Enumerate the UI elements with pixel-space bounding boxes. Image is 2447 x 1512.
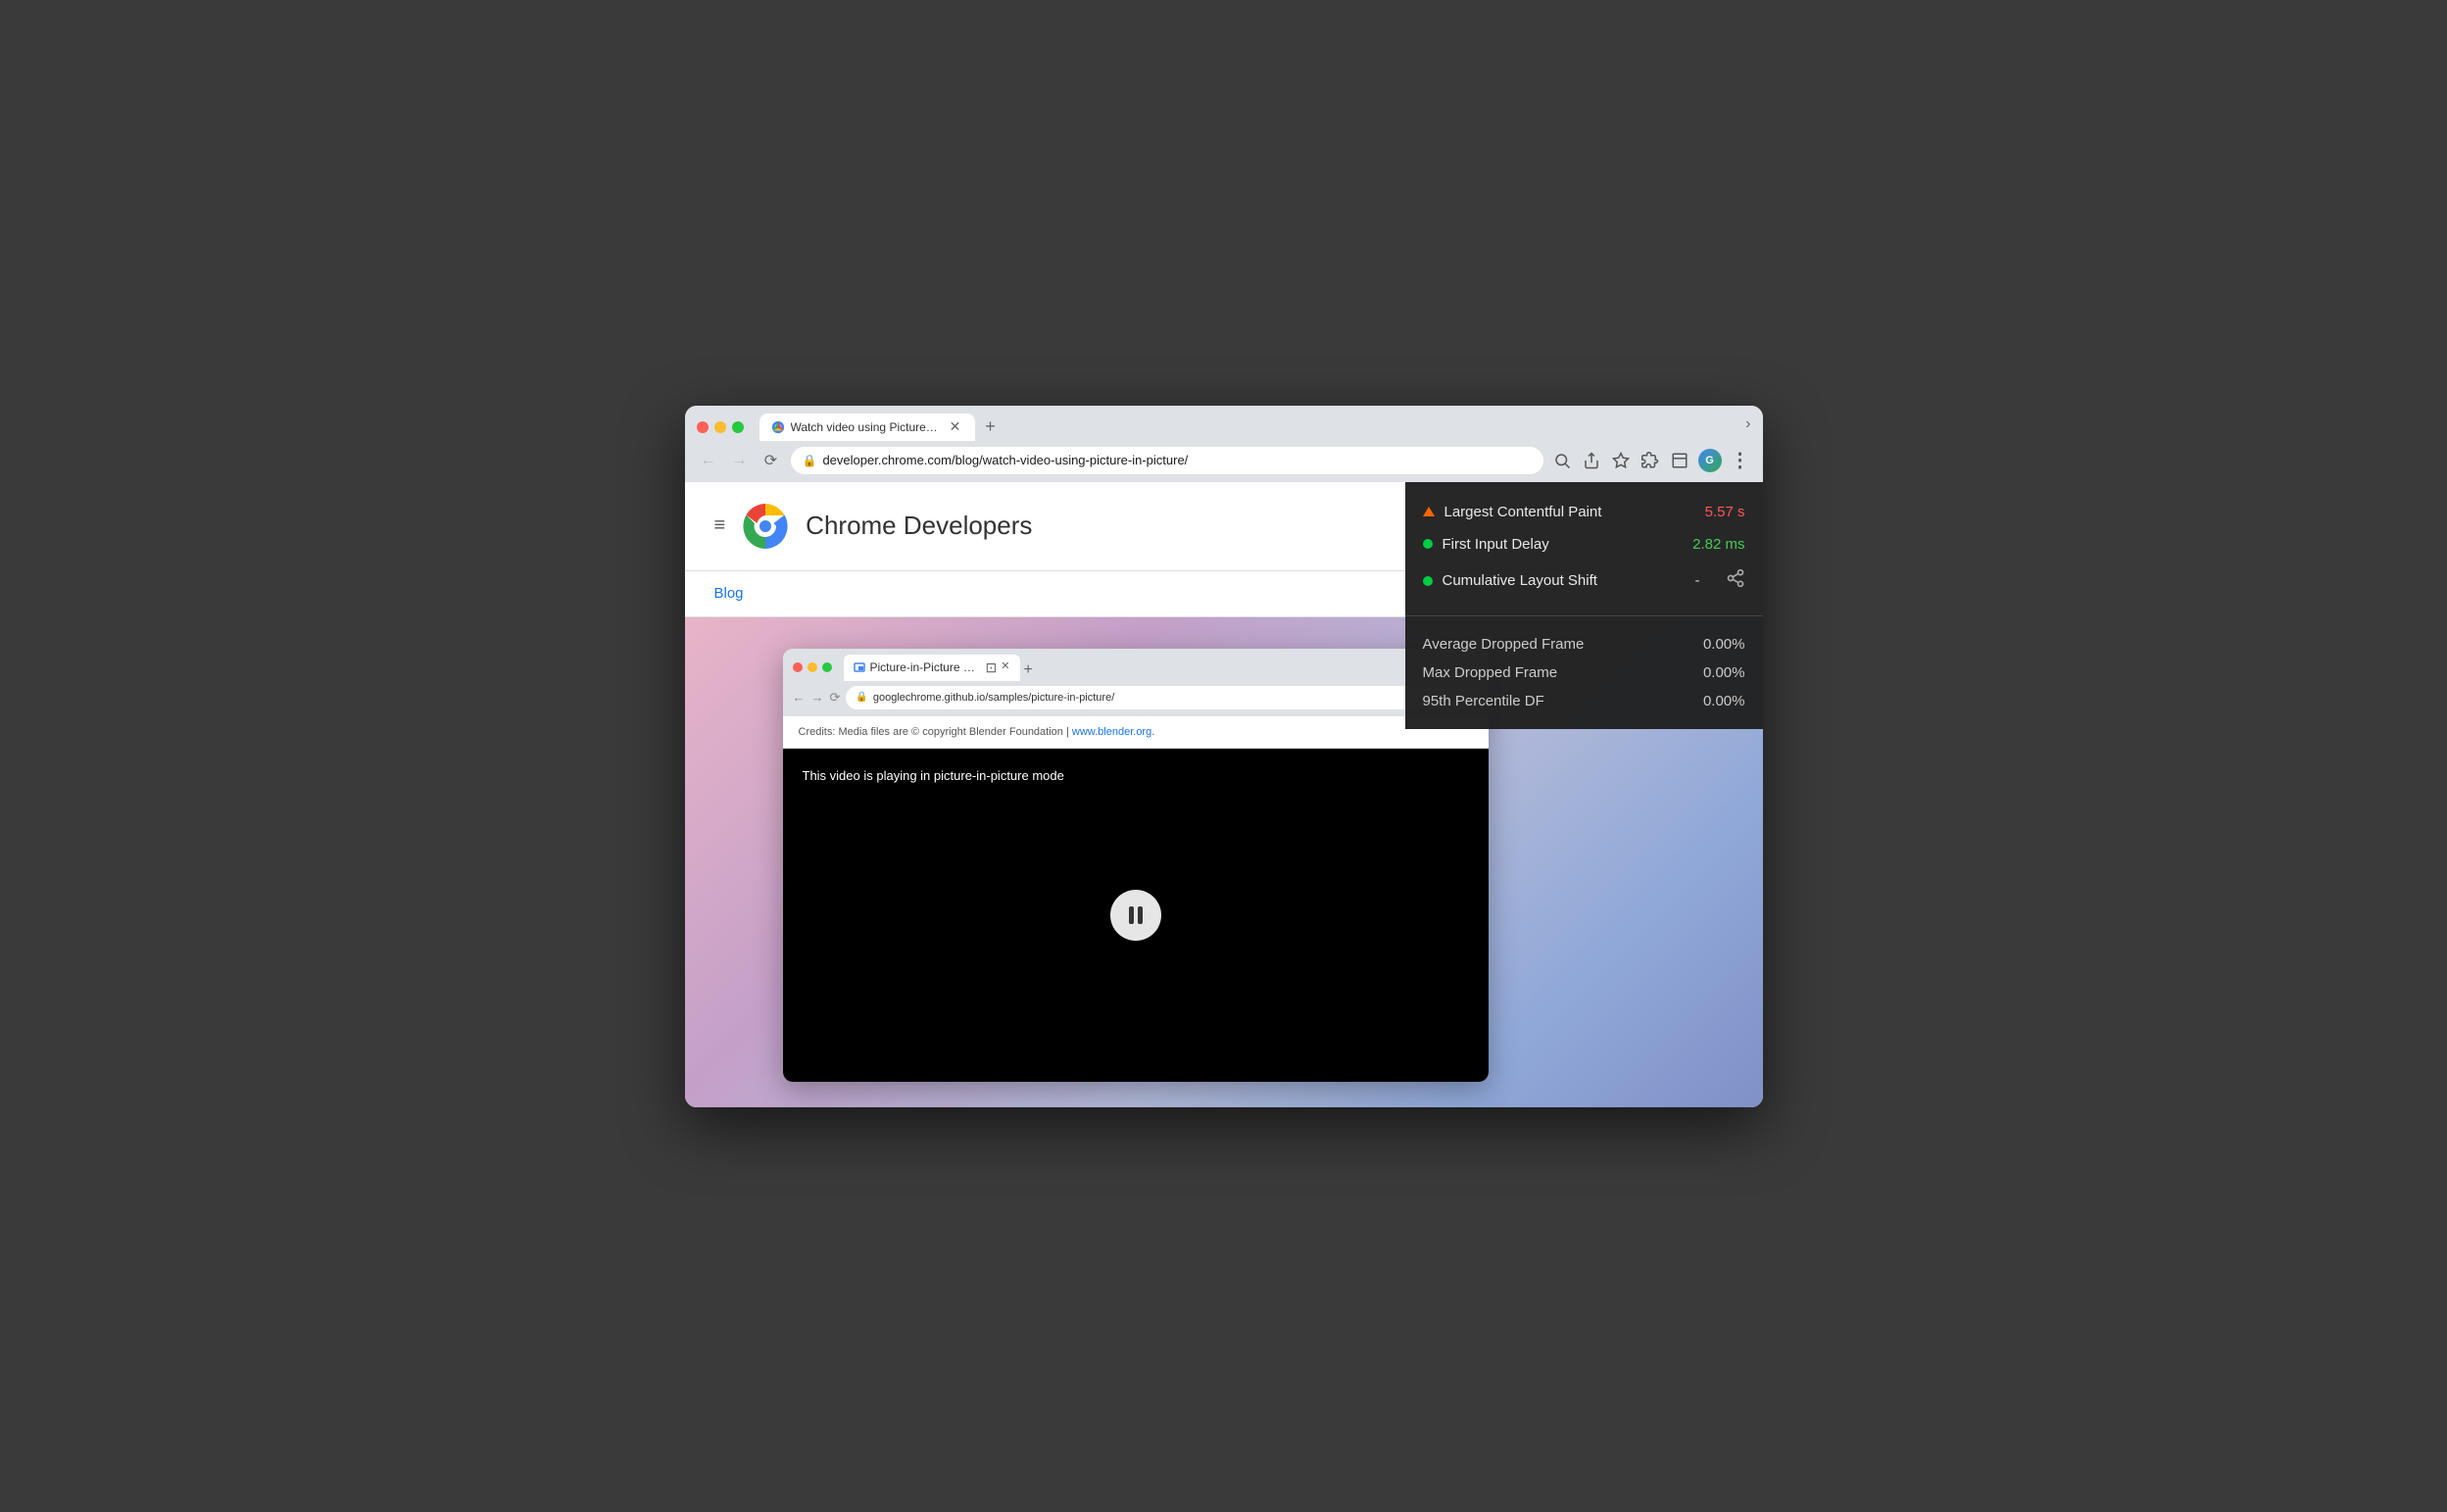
inner-address-bar: ← → ⟳ 🔒 googlechrome.github.io/samples/p…	[783, 681, 1489, 716]
search-icon[interactable]	[1551, 450, 1573, 471]
inner-tab-favicon	[854, 661, 865, 673]
share-icon[interactable]	[1581, 450, 1602, 471]
cls-value: -	[1695, 572, 1700, 589]
lcp-value: 5.57 s	[1705, 504, 1745, 520]
pause-bar-left	[1129, 906, 1134, 924]
percentile-row: 95th Percentile DF 0.00%	[1423, 687, 1745, 715]
inner-maximize-button	[822, 662, 832, 672]
address-input[interactable]: 🔒 developer.chrome.com/blog/watch-video-…	[791, 447, 1543, 474]
avg-dropped-label: Average Dropped Frame	[1423, 636, 1703, 653]
fid-row: First Input Delay 2.82 ms	[1423, 528, 1745, 561]
tabs-container: Watch video using Picture-in-P ✕ +	[759, 414, 1738, 441]
inner-traffic-lights	[793, 662, 832, 672]
extension-icon[interactable]	[1639, 450, 1661, 471]
inner-tabs: Picture-in-Picture Sample ⊡ ✕ +	[844, 655, 1479, 681]
cls-label: Cumulative Layout Shift	[1443, 572, 1686, 589]
lcp-label: Largest Contentful Paint	[1444, 504, 1695, 520]
lcp-indicator	[1423, 507, 1435, 516]
url-text: developer.chrome.com/blog/watch-video-us…	[822, 453, 1531, 467]
inner-tab-close: ✕	[1001, 659, 1009, 676]
new-tab-button[interactable]: +	[979, 415, 1003, 439]
inner-tab-title: Picture-in-Picture Sample	[870, 660, 977, 674]
toolbar-icons: G ⋮	[1551, 449, 1751, 472]
traffic-lights	[697, 421, 744, 433]
address-bar: ← → ⟳ 🔒 developer.chrome.com/blog/watch-…	[685, 441, 1763, 482]
blog-link[interactable]: Blog	[714, 585, 744, 602]
close-button[interactable]	[697, 421, 709, 433]
site-title: Chrome Developers	[806, 511, 1032, 541]
video-text: This video is playing in picture-in-pict…	[803, 768, 1064, 783]
pause-button[interactable]	[1110, 890, 1161, 941]
browser-tab-bar: Watch video using Picture-in-P ✕ + ›	[685, 406, 1763, 441]
pause-bar-right	[1138, 906, 1143, 924]
inner-back-button: ←	[793, 690, 806, 705]
performance-overlay: Largest Contentful Paint 5.57 s First In…	[1405, 482, 1763, 729]
share-icon[interactable]	[1726, 568, 1745, 594]
menu-icon[interactable]: ⋮	[1730, 450, 1751, 471]
inner-minimize-button	[808, 662, 817, 672]
cls-indicator	[1423, 576, 1433, 586]
inner-page-content: Credits: Media files are © copyright Ble…	[783, 716, 1489, 1082]
lock-icon: 🔒	[803, 454, 817, 467]
main-content: ≡	[685, 482, 1763, 1107]
inner-reload-button: ⟳	[830, 690, 841, 706]
video-area: This video is playing in picture-in-pict…	[783, 749, 1489, 1082]
inner-active-tab: Picture-in-Picture Sample ⊡ ✕	[844, 655, 1020, 681]
window-icon[interactable]	[1669, 450, 1690, 471]
inner-browser-window: Picture-in-Picture Sample ⊡ ✕ + ←	[783, 649, 1489, 1082]
inner-tab-actions: ⊡ ✕	[986, 659, 1010, 676]
blender-link[interactable]: www.blender.org	[1072, 726, 1151, 738]
fid-indicator	[1423, 539, 1433, 549]
hamburger-menu[interactable]: ≡	[714, 514, 726, 537]
reload-button[interactable]: ⟳	[759, 449, 783, 472]
tab-title: Watch video using Picture-in-P	[791, 420, 942, 434]
tab-favicon	[771, 420, 785, 434]
forward-button[interactable]: →	[728, 449, 752, 472]
fid-label: First Input Delay	[1443, 536, 1684, 553]
inner-tab-bar: Picture-in-Picture Sample ⊡ ✕ +	[783, 649, 1489, 681]
inner-tab-pip-icon: ⊡	[986, 659, 998, 676]
inner-address-input: 🔒 googlechrome.github.io/samples/picture…	[846, 686, 1478, 709]
percentile-value: 0.00%	[1703, 693, 1745, 709]
lcp-row: Largest Contentful Paint 5.57 s	[1423, 496, 1745, 528]
inner-new-tab-button: +	[1024, 661, 1033, 679]
pause-icon	[1129, 906, 1143, 924]
cls-row: Cumulative Layout Shift -	[1423, 561, 1745, 602]
inner-lock-icon: 🔒	[856, 692, 867, 703]
back-button[interactable]: ←	[697, 449, 720, 472]
fid-value: 2.82 ms	[1692, 536, 1744, 553]
tab-close-button[interactable]: ✕	[948, 419, 963, 435]
bookmark-icon[interactable]	[1610, 450, 1632, 471]
chrome-logo	[741, 502, 790, 551]
minimize-button[interactable]	[714, 421, 726, 433]
avg-dropped-value: 0.00%	[1703, 636, 1745, 653]
inner-close-button	[793, 662, 803, 672]
max-dropped-value: 0.00%	[1703, 664, 1745, 681]
credits-text: Credits: Media files are © copyright Ble…	[783, 716, 1489, 749]
profile-avatar[interactable]: G	[1698, 449, 1722, 472]
max-dropped-row: Max Dropped Frame 0.00%	[1423, 658, 1745, 687]
browser-window: Watch video using Picture-in-P ✕ + › ← →…	[685, 406, 1763, 1107]
percentile-label: 95th Percentile DF	[1423, 693, 1703, 709]
inner-forward-button: →	[811, 690, 824, 705]
active-tab[interactable]: Watch video using Picture-in-P ✕	[759, 414, 975, 441]
core-vitals-section: Largest Contentful Paint 5.57 s First In…	[1405, 482, 1763, 616]
avg-dropped-row: Average Dropped Frame 0.00%	[1423, 630, 1745, 658]
frame-metrics-section: Average Dropped Frame 0.00% Max Dropped …	[1405, 616, 1763, 729]
tab-list-chevron[interactable]: ›	[1745, 415, 1750, 439]
inner-url-text: googlechrome.github.io/samples/picture-i…	[873, 692, 1114, 704]
max-dropped-label: Max Dropped Frame	[1423, 664, 1703, 681]
maximize-button[interactable]	[732, 421, 744, 433]
